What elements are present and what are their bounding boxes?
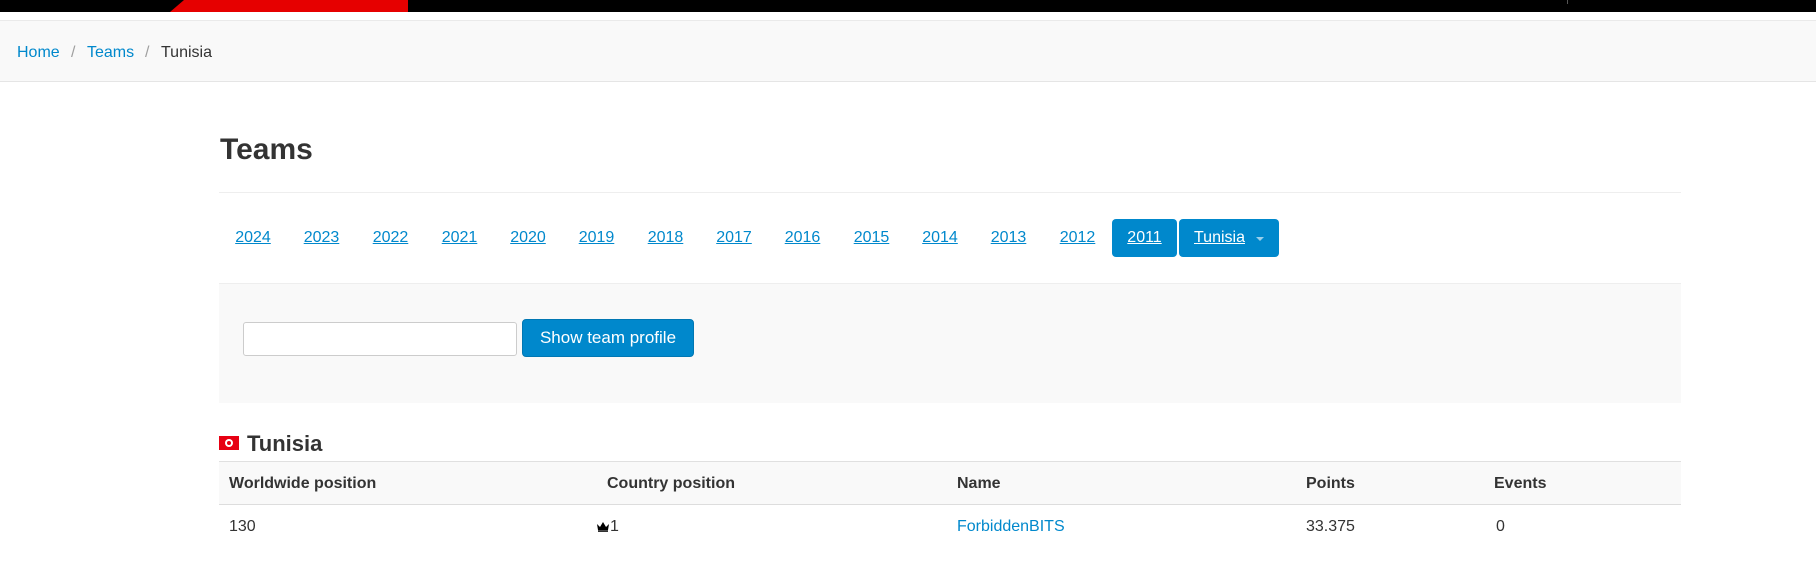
cell-events: 0	[1496, 518, 1505, 535]
country-dropdown-label: Tunisia	[1194, 229, 1245, 246]
header-country-position: Country position	[607, 475, 735, 492]
header-name: Name	[957, 475, 1001, 492]
breadcrumb-separator: /	[145, 44, 150, 61]
breadcrumb-separator: /	[71, 44, 76, 61]
breadcrumb-teams-link[interactable]: Teams	[87, 44, 134, 62]
country-position-value: 1	[610, 518, 619, 535]
tab-year-2017[interactable]: 2017	[700, 219, 768, 257]
show-team-profile-button[interactable]: Show team profile	[522, 319, 694, 357]
cell-team-name: ForbiddenBITS	[957, 518, 1065, 536]
cell-worldwide-position: 130	[229, 518, 256, 535]
header-points: Points	[1306, 475, 1355, 492]
tab-year-2021[interactable]: 2021	[425, 219, 494, 257]
tab-year-2018[interactable]: 2018	[631, 219, 700, 257]
breadcrumb-current: Tunisia	[161, 44, 212, 61]
page-title: Teams	[220, 133, 313, 166]
table-header-row: Worldwide position Country position Name…	[219, 461, 1681, 505]
site-top-bar	[0, 0, 1816, 12]
top-bar-accent	[170, 0, 408, 12]
tab-year-2024[interactable]: 2024	[219, 219, 287, 257]
tab-year-2022[interactable]: 2022	[356, 219, 425, 257]
team-search-form: Show team profile	[219, 283, 1681, 403]
tab-year-2013[interactable]: 2013	[974, 219, 1043, 257]
country-dropdown[interactable]: Tunisia	[1179, 219, 1279, 257]
tab-year-2012[interactable]: 2012	[1043, 219, 1112, 257]
top-bar-divider	[1567, 0, 1568, 4]
tab-year-2014[interactable]: 2014	[906, 219, 974, 257]
team-profile-link[interactable]: ForbiddenBITS	[957, 518, 1065, 535]
breadcrumb: Home / Teams / Tunisia	[0, 20, 1816, 82]
country-name: Tunisia	[247, 431, 323, 456]
tab-year-2015[interactable]: 2015	[837, 219, 906, 257]
tab-year-2011[interactable]: 2011	[1112, 219, 1177, 257]
tab-year-2020[interactable]: 2020	[494, 219, 562, 257]
title-divider	[219, 192, 1681, 193]
header-events: Events	[1494, 475, 1547, 492]
header-worldwide-position: Worldwide position	[229, 475, 377, 492]
breadcrumb-home-link[interactable]: Home	[17, 44, 60, 62]
team-search-input[interactable]	[243, 322, 517, 356]
crown-icon	[597, 522, 609, 532]
tab-year-2019[interactable]: 2019	[562, 219, 631, 257]
tab-year-2023[interactable]: 2023	[287, 219, 356, 257]
tab-year-2016[interactable]: 2016	[768, 219, 837, 257]
caret-down-icon	[1256, 237, 1264, 241]
cell-country-position: 1	[596, 518, 619, 536]
cell-points: 33.375	[1306, 518, 1355, 535]
tunisia-flag-icon	[219, 436, 239, 450]
table-row: 130 1 ForbiddenBITS 33.375 0	[219, 505, 1681, 549]
